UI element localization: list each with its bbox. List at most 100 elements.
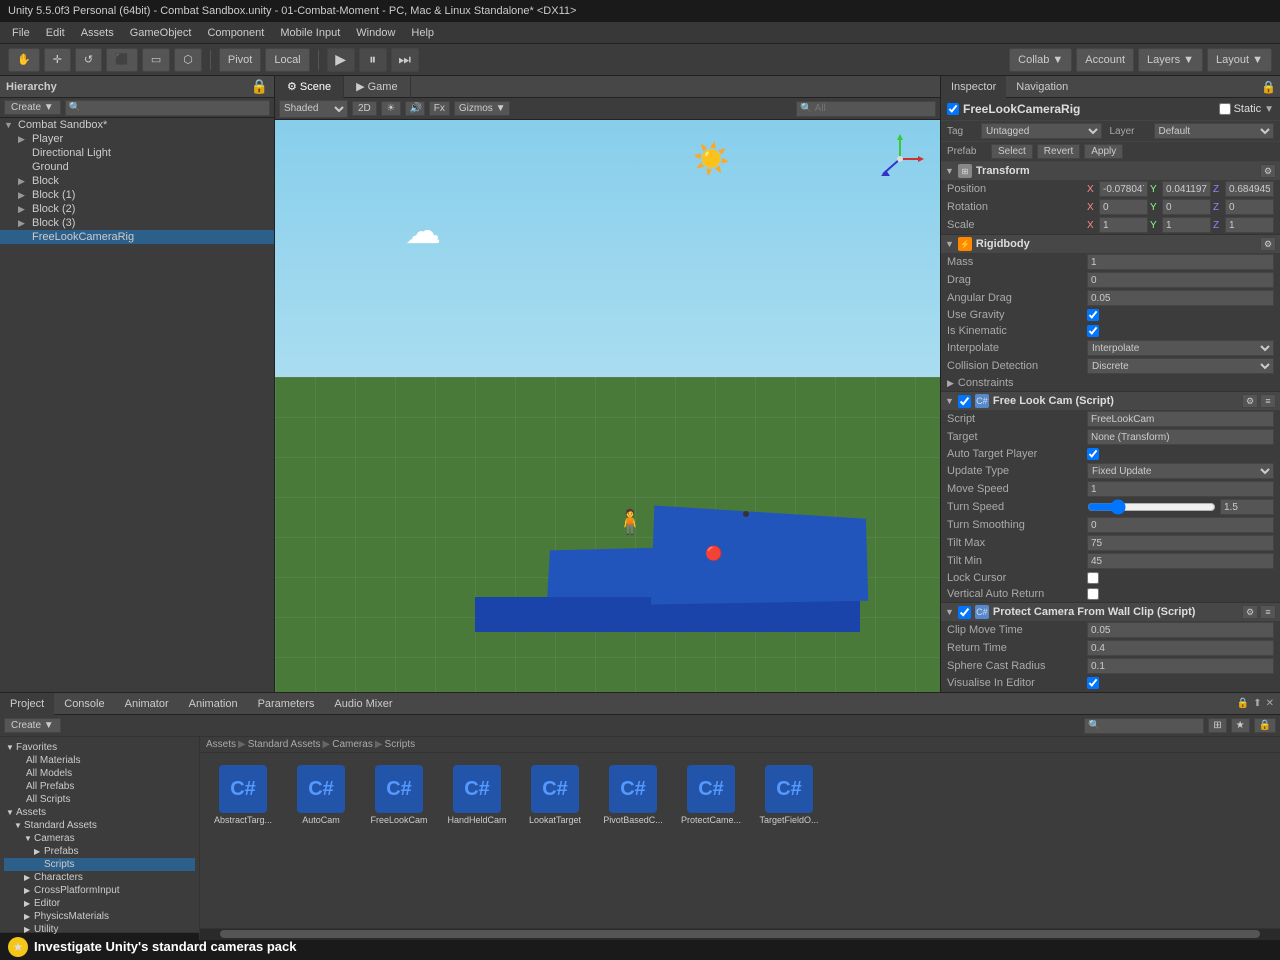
ptree-characters[interactable]: ▶ Characters (4, 871, 195, 884)
hierarchy-item-block-3[interactable]: ▶ Block (3) (0, 216, 274, 230)
transform-tool-btn[interactable]: ⬡ (174, 48, 202, 72)
clip-move-input[interactable] (1087, 622, 1274, 638)
transform-settings-icon[interactable]: ⚙ (1260, 164, 1276, 178)
play-btn[interactable]: ▶ (327, 48, 355, 72)
tab-audio-mixer[interactable]: Audio Mixer (324, 693, 402, 715)
file-targetfield[interactable]: C# TargetFieldO... (754, 761, 824, 829)
project-create-btn[interactable]: Create ▼ (4, 718, 61, 733)
2d-btn[interactable]: 2D (352, 101, 377, 116)
scene-tab-game[interactable]: ▶ Game (344, 76, 410, 98)
hierarchy-item-freelook[interactable]: FreeLookCameraRig (0, 230, 274, 244)
tab-parameters[interactable]: Parameters (248, 693, 325, 715)
update-type-select[interactable]: Fixed Update Update Late Update (1087, 463, 1274, 479)
menu-gameobject[interactable]: GameObject (122, 25, 200, 41)
protect-cam-more-icon[interactable]: ≡ (1260, 605, 1276, 619)
rot-x-input[interactable] (1099, 199, 1148, 215)
protect-cam-header[interactable]: ▼ C# Protect Camera From Wall Clip (Scri… (941, 603, 1280, 621)
pause-btn[interactable]: ⏸ (359, 48, 387, 72)
use-gravity-checkbox[interactable] (1087, 309, 1099, 321)
vertical-auto-checkbox[interactable] (1087, 588, 1099, 600)
ptree-all-prefabs[interactable]: All Prefabs (4, 780, 195, 793)
prefab-select-btn[interactable]: Select (991, 144, 1033, 159)
ptree-utility[interactable]: ▶ Utility (4, 923, 195, 936)
tab-project[interactable]: Project (0, 693, 54, 715)
ptree-editor[interactable]: ▶ Editor (4, 897, 195, 910)
ptree-standard-assets[interactable]: ▼ Standard Assets (4, 819, 195, 832)
hierarchy-lock-icon[interactable]: 🔒 (251, 78, 268, 95)
scale-y-input[interactable] (1162, 217, 1211, 233)
rigidbody-settings-icon[interactable]: ⚙ (1260, 237, 1276, 251)
scrollbar-thumb[interactable] (220, 930, 1260, 938)
menu-edit[interactable]: Edit (38, 25, 73, 41)
hierarchy-item-combat-sandbox[interactable]: ▼ Combat Sandbox* (0, 118, 274, 132)
menu-mobile-input[interactable]: Mobile Input (272, 25, 348, 41)
prefab-apply-btn[interactable]: Apply (1084, 144, 1123, 159)
scene-view[interactable]: ☀️ ☁ 🧍 🔴 (275, 120, 940, 692)
tab-animator[interactable]: Animator (115, 693, 179, 715)
lighting-btn[interactable]: ☀ (381, 101, 401, 116)
auto-target-checkbox[interactable] (1087, 448, 1099, 460)
ptree-scripts[interactable]: Scripts (4, 858, 195, 871)
ptree-cameras[interactable]: ▼ Cameras (4, 832, 195, 845)
menu-window[interactable]: Window (348, 25, 403, 41)
hierarchy-item-player[interactable]: ▶ Player (0, 132, 274, 146)
minimize-bottom-btn[interactable]: 🔒 (1237, 698, 1249, 709)
constraints-row[interactable]: ▶ Constraints (941, 375, 1280, 391)
ptree-all-materials[interactable]: All Materials (4, 754, 195, 767)
script-input[interactable] (1087, 411, 1274, 427)
hierarchy-item-block-1[interactable]: ▶ Block (1) (0, 188, 274, 202)
turn-smoothing-input[interactable] (1087, 517, 1274, 533)
breadcrumb-scripts[interactable]: Scripts (385, 739, 416, 750)
is-kinematic-checkbox[interactable] (1087, 325, 1099, 337)
file-autocam[interactable]: C# AutoCam (286, 761, 356, 829)
hierarchy-create-btn[interactable]: Create ▼ (4, 100, 61, 115)
ptree-prefabs[interactable]: ▶ Prefabs (4, 845, 195, 858)
target-input[interactable] (1087, 429, 1274, 445)
maximize-bottom-btn[interactable]: ⬆ (1253, 698, 1261, 709)
file-handheldcam[interactable]: C# HandHeldCam (442, 761, 512, 829)
rotate-tool-btn[interactable]: ↺ (75, 48, 102, 72)
menu-component[interactable]: Component (199, 25, 272, 41)
move-speed-input[interactable] (1087, 481, 1274, 497)
project-search-filter-btn[interactable]: ★ (1231, 718, 1250, 733)
menu-file[interactable]: File (4, 25, 38, 41)
breadcrumb-cameras[interactable]: Cameras (332, 739, 373, 750)
hierarchy-search-input[interactable] (65, 100, 270, 116)
protect-cam-settings-icon[interactable]: ⚙ (1242, 605, 1258, 619)
hand-tool-btn[interactable]: ✋ (8, 48, 40, 72)
ptree-favorites[interactable]: ▼ Favorites (4, 741, 195, 754)
tab-navigation[interactable]: Navigation (1006, 76, 1078, 98)
static-checkbox[interactable] (1219, 103, 1231, 115)
object-active-checkbox[interactable] (947, 103, 959, 115)
turn-speed-value-input[interactable] (1220, 499, 1274, 515)
account-btn[interactable]: Account (1076, 48, 1134, 72)
breadcrumb-standard-assets[interactable]: Standard Assets (248, 739, 321, 750)
angular-drag-input[interactable] (1087, 290, 1274, 306)
pos-y-input[interactable] (1162, 181, 1211, 197)
scale-tool-btn[interactable]: ⬛ (106, 48, 138, 72)
file-pivotbased[interactable]: C# PivotBasedC... (598, 761, 668, 829)
menu-help[interactable]: Help (403, 25, 442, 41)
breadcrumb-assets[interactable]: Assets (206, 739, 236, 750)
audio-btn[interactable]: 🔊 (405, 101, 425, 116)
effects-btn[interactable]: Fx (429, 101, 450, 116)
turn-speed-slider[interactable] (1087, 500, 1216, 514)
scene-tab-scene[interactable]: ⚙ Scene (275, 76, 344, 98)
freelook-more-icon[interactable]: ≡ (1260, 394, 1276, 408)
gizmos-btn[interactable]: Gizmos ▼ (454, 101, 511, 116)
layers-btn[interactable]: Layers ▼ (1138, 48, 1203, 72)
scale-x-input[interactable] (1099, 217, 1148, 233)
static-dropdown-btn[interactable]: ▼ (1264, 104, 1274, 115)
collab-btn[interactable]: Collab ▼ (1009, 48, 1072, 72)
collision-detection-select[interactable]: Discrete Continuous (1087, 358, 1274, 374)
tab-console[interactable]: Console (54, 693, 114, 715)
hierarchy-item-directional-light[interactable]: Directional Light (0, 146, 274, 160)
hierarchy-item-block-2[interactable]: ▶ Block (2) (0, 202, 274, 216)
pos-x-input[interactable] (1099, 181, 1148, 197)
hierarchy-item-block[interactable]: ▶ Block (0, 174, 274, 188)
mass-input[interactable] (1087, 254, 1274, 270)
inspector-lock-btn[interactable]: 🔒 (1257, 80, 1280, 94)
drag-input[interactable] (1087, 272, 1274, 288)
ptree-all-scripts[interactable]: All Scripts (4, 793, 195, 806)
move-tool-btn[interactable]: ✛ (44, 48, 71, 72)
